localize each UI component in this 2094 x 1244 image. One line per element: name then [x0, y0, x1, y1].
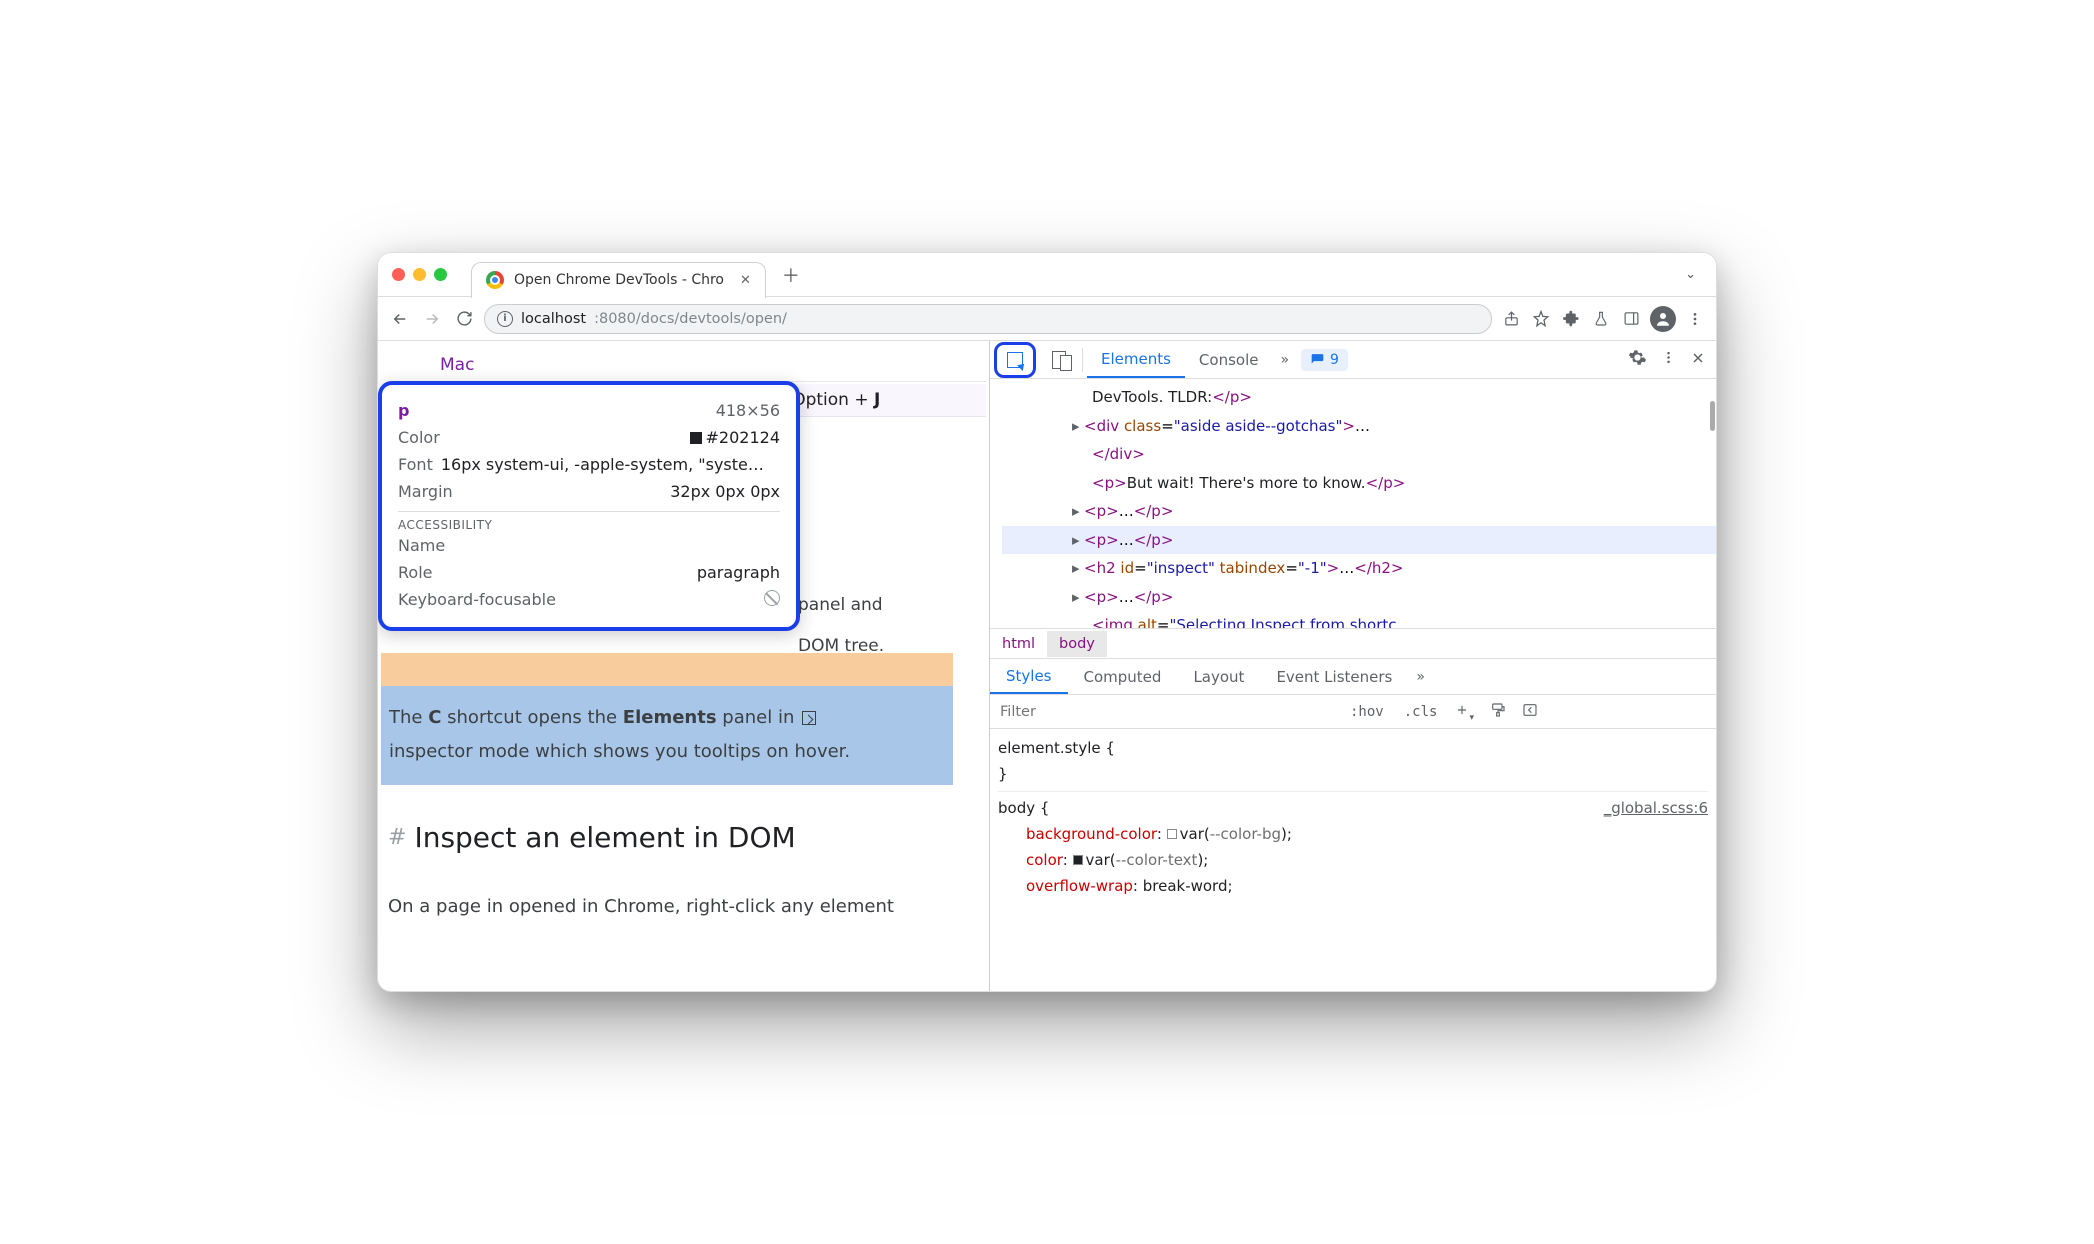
tooltip-tag: p	[398, 401, 409, 420]
page-heading: # Inspect an element in DOM	[388, 821, 796, 854]
more-tabs-icon[interactable]: »	[1272, 352, 1297, 368]
share-icon[interactable]	[1500, 308, 1522, 330]
hov-toggle[interactable]: :hov	[1340, 704, 1394, 720]
nav-toolbar: i localhost :8080/docs/devtools/open/	[378, 297, 1716, 341]
settings-icon[interactable]	[1628, 348, 1647, 371]
event-listeners-tab[interactable]: Event Listeners	[1260, 659, 1408, 694]
dom-selected-node[interactable]: ▸<p>…</p>	[1002, 526, 1716, 555]
page-viewport: Mac Option + C Option + J panel and DOM …	[378, 341, 989, 991]
sidepanel-icon[interactable]	[1620, 308, 1642, 330]
minimize-window[interactable]	[413, 268, 426, 281]
computed-tab[interactable]: Computed	[1068, 659, 1178, 694]
computed-toggle-icon[interactable]	[1514, 702, 1546, 722]
profile-avatar[interactable]	[1650, 306, 1676, 332]
window-controls	[392, 268, 447, 281]
margin-overlay	[381, 653, 953, 686]
close-tab-icon[interactable]: ✕	[740, 273, 751, 288]
dom-tree[interactable]: DevTools. TLDR:</p> ▸<div class="aside a…	[990, 379, 1716, 629]
tabs-caret-icon[interactable]: ⌄	[1685, 267, 1702, 282]
styles-tab[interactable]: Styles	[990, 659, 1068, 694]
layout-tab[interactable]: Layout	[1177, 659, 1260, 694]
browser-window: Open Chrome DevTools - Chro ✕ ＋ ⌄ i loca…	[377, 252, 1717, 992]
shortcut-j: Option + J	[772, 384, 986, 417]
breadcrumb-body[interactable]: body	[1047, 631, 1107, 657]
device-toolbar-button[interactable]	[1046, 347, 1072, 373]
console-tab[interactable]: Console	[1185, 341, 1273, 378]
elements-tab[interactable]: Elements	[1087, 341, 1185, 378]
styles-filter-row: :hov .cls ▾	[990, 695, 1716, 729]
labs-icon[interactable]	[1590, 308, 1612, 330]
titlebar: Open Chrome DevTools - Chro ✕ ＋ ⌄	[378, 253, 1716, 297]
cls-toggle[interactable]: .cls	[1394, 704, 1448, 720]
inspect-element-button[interactable]	[994, 342, 1036, 378]
paint-icon[interactable]	[1482, 702, 1514, 722]
highlighted-paragraph: The C shortcut opens the Elements panel …	[381, 686, 953, 785]
dom-breadcrumb[interactable]: html body	[990, 629, 1716, 659]
address-bar[interactable]: i localhost :8080/docs/devtools/open/	[484, 304, 1492, 334]
url-host: localhost	[521, 311, 586, 327]
close-devtools-icon[interactable]	[1690, 350, 1706, 370]
chrome-menu-icon[interactable]	[1684, 308, 1706, 330]
tooltip-size: 418×56	[716, 401, 780, 420]
forward-button[interactable]	[420, 307, 444, 331]
devtools-panel: Elements Console » 9 DevTools. TLDR:</p>…	[989, 341, 1716, 991]
issues-badge[interactable]: 9	[1301, 349, 1348, 371]
source-link[interactable]: _global.scss:6	[1604, 795, 1708, 821]
extensions-icon[interactable]	[1560, 308, 1582, 330]
not-focusable-icon	[764, 590, 780, 606]
new-tab-button[interactable]: ＋	[782, 262, 800, 288]
zoom-window[interactable]	[434, 268, 447, 281]
inspect-icon-inline	[802, 711, 816, 725]
back-button[interactable]	[388, 307, 412, 331]
breadcrumb-html[interactable]: html	[990, 631, 1047, 657]
reload-button[interactable]	[452, 307, 476, 331]
url-path: :8080/docs/devtools/open/	[594, 311, 787, 327]
chrome-favicon	[486, 271, 504, 289]
styles-filter-input[interactable]	[990, 695, 1340, 728]
mac-label: Mac	[420, 349, 544, 382]
color-swatch	[690, 432, 702, 444]
device-icon	[1052, 351, 1066, 369]
devtools-tabbar: Elements Console » 9	[990, 341, 1716, 379]
browser-tab[interactable]: Open Chrome DevTools - Chro ✕	[471, 262, 766, 298]
body-paragraph: On a page in opened in Chrome, right-cli…	[388, 896, 969, 917]
dom-scrollbar[interactable]	[1710, 401, 1715, 431]
site-info-icon[interactable]: i	[497, 311, 513, 327]
styles-tabbar: Styles Computed Layout Event Listeners »	[990, 659, 1716, 695]
tab-title: Open Chrome DevTools - Chro	[514, 272, 724, 288]
close-window[interactable]	[392, 268, 405, 281]
inspect-icon	[1007, 352, 1023, 368]
devtools-menu-icon[interactable]	[1661, 350, 1676, 369]
new-rule-icon[interactable]: ▾	[1447, 703, 1482, 721]
bookmark-icon[interactable]	[1530, 308, 1552, 330]
hash-icon: #	[388, 825, 406, 850]
more-styles-tabs-icon[interactable]: »	[1408, 669, 1433, 685]
styles-pane[interactable]: element.style { } body {_global.scss:6 b…	[990, 729, 1716, 906]
inspect-tooltip: p418×56 Color#202124 Font16px system-ui,…	[378, 381, 800, 631]
